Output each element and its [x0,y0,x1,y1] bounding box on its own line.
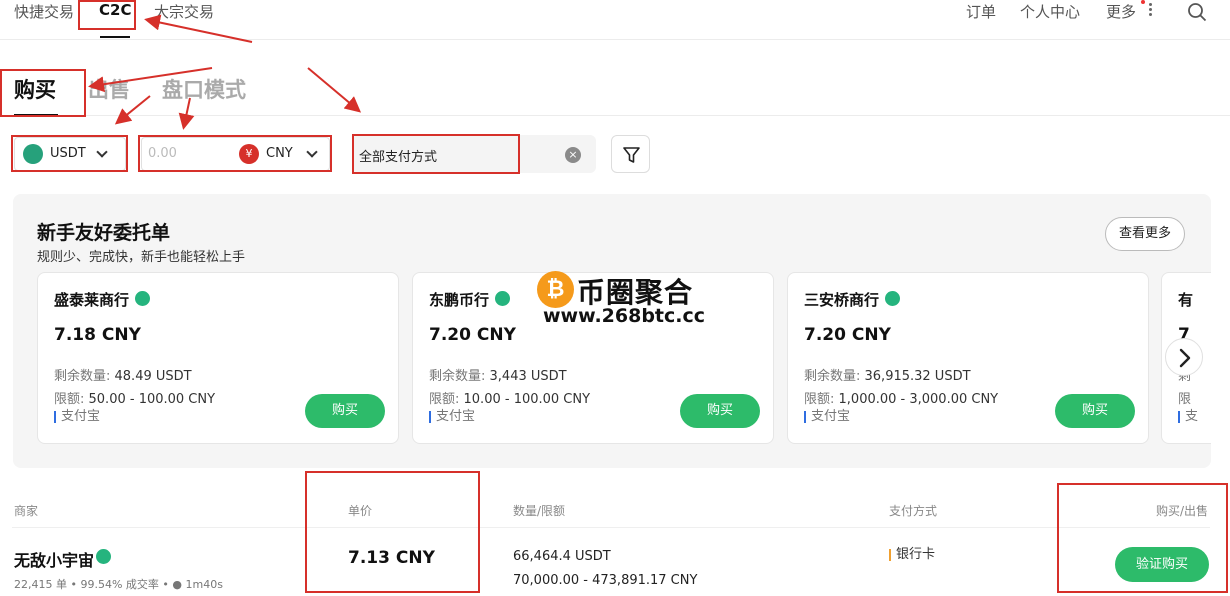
arrow-to-amount [178,97,195,130]
arrow-to-buy [88,67,213,93]
arrow-to-coin [114,95,151,125]
annotation-arrows [88,14,362,130]
arrow-to-c2c [144,14,253,43]
arrow-to-payment [307,67,362,113]
